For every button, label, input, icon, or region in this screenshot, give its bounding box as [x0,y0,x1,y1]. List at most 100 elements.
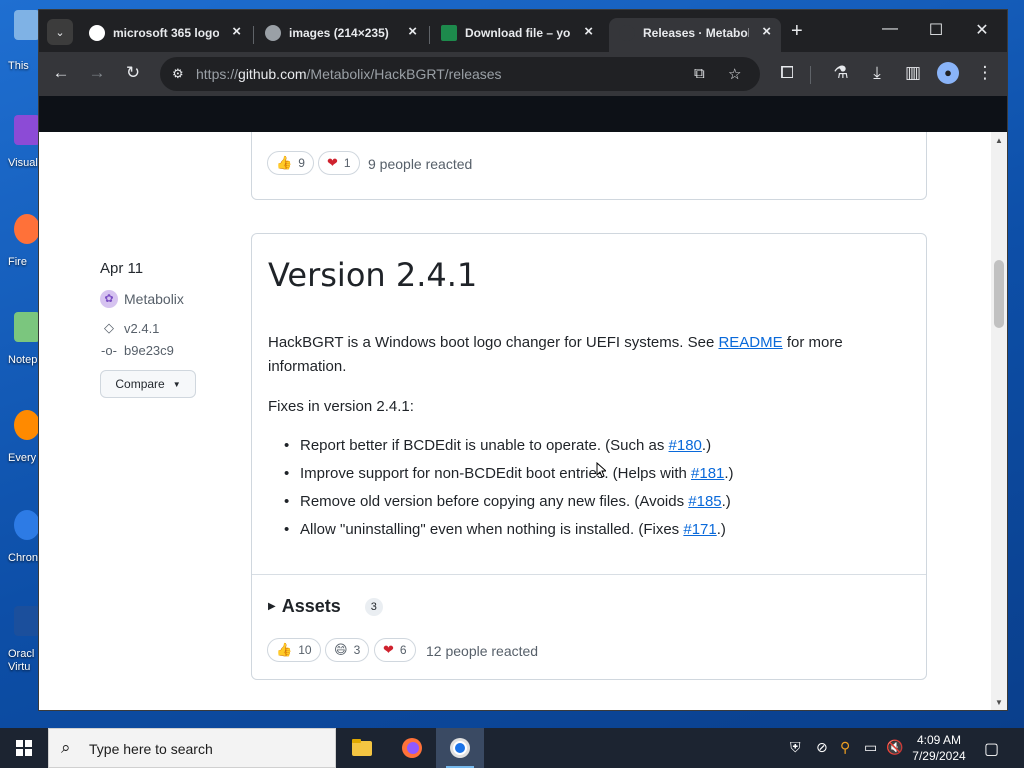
fix-tail: .) [701,437,712,454]
heart-icon: ❤ [327,155,338,170]
fix-tail: .) [716,521,726,538]
assets-count-badge: 3 [364,597,383,616]
tab-releases-metabolix[interactable]: Releases · Metabolix × [609,18,781,52]
visual-studio-icon [14,115,40,145]
maximize-button[interactable]: ☐ [913,20,959,40]
cast-icon[interactable]: ⧉ [694,65,705,82]
labs-icon[interactable]: ⚗ [829,63,853,83]
author-name[interactable]: Metabolix [124,291,184,307]
taskbar-search[interactable]: ⌕ Type here to search [48,728,336,768]
network-off-icon[interactable]: ⊘ [816,739,828,756]
site-info-icon[interactable]: ⚙ [172,66,184,82]
reactions-summary: 12 people reacted [426,643,539,659]
taskbar-chrome[interactable] [436,728,484,768]
tab-download-file[interactable]: Download file – yo × [431,18,603,52]
desktop-icon-notepad[interactable]: Notep [0,312,40,392]
issue-link[interactable]: #180 [669,437,702,454]
commit-hash[interactable]: b9e23c9 [124,343,174,358]
download-icon[interactable]: ⤓ [865,63,889,83]
compare-button[interactable]: Compare ▼ [100,370,196,398]
release-tag[interactable]: ◇ v2.4.1 [100,320,159,336]
releases-page: 👍 9 ❤ 1 9 people reacted Apr 11 ✿ Metabo… [39,132,991,710]
reaction-thumbs-up[interactable]: 👍 9 [267,151,314,175]
description-text: HackBGRT is a Windows boot logo changer … [268,334,719,351]
extensions-icon[interactable]: ⧠ [775,63,799,83]
reaction-count: 3 [353,643,361,657]
issue-link[interactable]: #181 [691,465,724,482]
assets-toggle[interactable]: ▶ Assets 3 [268,596,383,617]
browser-window: ⌄ microsoft 365 logo × images (214×235) … [39,10,1007,710]
desktop-icon-firefox[interactable]: Fire [0,214,40,294]
address-bar[interactable]: ⚙ https://github.com/Metabolix/HackBGRT/… [160,57,760,91]
issue-link[interactable]: #185 [688,493,721,510]
tab-microsoft-365-logo[interactable]: microsoft 365 logo × [79,18,251,52]
volume-muted-icon[interactable]: 🔇 [886,739,903,756]
desktop-icon-label: Chron [8,552,38,564]
fixes-heading: Fixes in version 2.4.1: [268,398,414,415]
excel-icon [441,25,457,41]
system-clock[interactable]: 4:09 AM 7/29/2024 [906,732,972,764]
notifications-icon[interactable]: ▢ [984,739,999,759]
reaction-thumbs-up[interactable]: 👍 10 [267,638,321,662]
url-text[interactable]: https://github.com/Metabolix/HackBGRT/re… [196,66,502,82]
reaction-heart[interactable]: ❤ 1 [318,151,360,175]
author-avatar: ✿ [100,290,118,308]
release-author[interactable]: ✿ Metabolix [100,290,184,308]
laugh-icon: 😄 [334,642,348,657]
globe-icon [265,25,281,41]
display-icon[interactable]: ▭ [864,739,877,756]
issue-link[interactable]: #171 [683,521,716,538]
fixes-list: Report better if BCDEdit is unable to op… [284,432,734,544]
back-button[interactable]: ← [49,63,73,83]
taskbar-firefox[interactable] [388,728,436,768]
desktop-icon-visual-studio[interactable]: Visual 20 [0,115,53,195]
desktop-icon-everything[interactable]: Every [0,410,40,490]
thumbs-up-icon: 👍 [276,155,293,170]
profile-icon[interactable]: ● [937,62,959,84]
commit-icon: -o- [101,343,117,358]
scrollbar-thumb[interactable] [994,260,1004,328]
start-button[interactable] [0,728,48,768]
reactions-summary: 9 people reacted [368,156,473,172]
reaction-count: 9 [298,156,305,170]
readme-link[interactable]: README [718,334,782,351]
fix-text: Remove old version before copying any ne… [300,493,689,510]
tab-search-button[interactable]: ⌄ [47,19,73,45]
close-tab-icon[interactable]: × [584,23,593,40]
release-title[interactable]: Version 2.4.1 [268,256,477,294]
close-tab-icon[interactable]: × [762,23,771,40]
taskbar-file-explorer[interactable] [338,728,386,768]
reload-button[interactable]: ↻ [121,63,145,83]
desktop-icon-chrome[interactable]: Chron [0,510,40,590]
tab-images[interactable]: images (214×235) × [255,18,427,52]
chevron-down-icon: ⌄ [55,26,65,39]
bookmark-star-icon[interactable]: ☆ [728,65,741,83]
side-panel-icon[interactable]: ▥ [901,63,925,83]
clock-time: 4:09 AM [916,733,962,747]
forward-button[interactable]: → [85,63,109,83]
desktop-icon-this-pc[interactable]: This [0,10,40,90]
url-host: github.com [238,66,307,82]
close-window-button[interactable]: ✕ [959,20,1005,40]
minimize-button[interactable]: — [867,20,913,38]
close-tab-icon[interactable]: × [408,23,417,40]
page-scrollbar[interactable]: ▲ ▼ [991,132,1007,710]
desktop-icon-virtualbox[interactable]: Oracl Virtu [0,606,40,686]
reaction-count: 10 [298,643,312,657]
fix-text: Report better if BCDEdit is unable to op… [300,437,669,454]
release-commit[interactable]: -o- b9e23c9 [100,343,174,358]
reaction-count: 6 [399,643,407,657]
close-tab-icon[interactable]: × [232,23,241,40]
menu-icon[interactable]: ⋮ [973,63,997,83]
reaction-laugh[interactable]: 😄 3 [325,638,370,662]
search-icon: ⌕ [61,738,71,757]
reaction-heart[interactable]: ❤ 6 [374,638,416,662]
scroll-down-icon[interactable]: ▼ [995,698,1003,707]
scroll-up-icon[interactable]: ▲ [995,136,1003,145]
previous-release-card: 👍 9 ❤ 1 9 people reacted [251,132,927,200]
tag-name[interactable]: v2.4.1 [124,321,159,336]
keyhole-icon[interactable]: ⚲ [840,739,850,756]
new-tab-button[interactable]: + [791,20,803,43]
tag-icon: ◇ [104,320,114,335]
security-icon[interactable]: ⛨ [790,739,801,756]
